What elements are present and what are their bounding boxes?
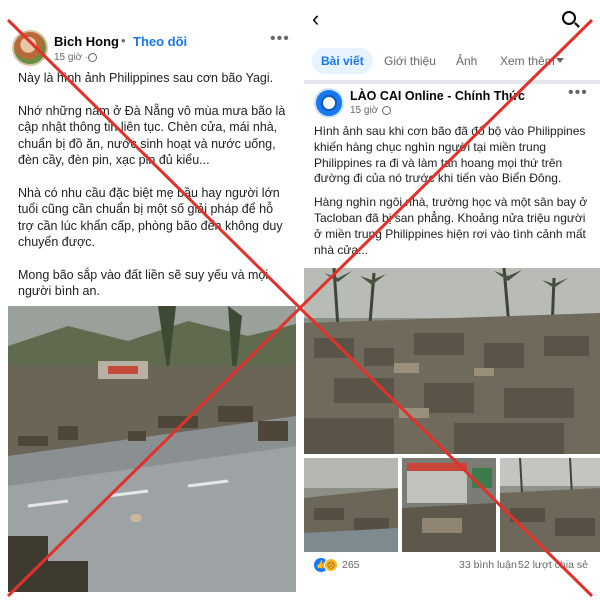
back-arrow-icon[interactable]: ‹: [312, 8, 319, 30]
post-timestamp[interactable]: 15 giờ ·: [54, 52, 88, 63]
caret-down-icon[interactable]: [556, 58, 564, 63]
post-paragraph: Mong bão sắp vào đất liền sẽ suy yếu và …: [18, 267, 269, 299]
post-paragraph: Nhà có nhu cầu đặc biệt mẹ bầu hay người…: [18, 185, 283, 250]
post-paragraph: Hàng nghìn ngôi nhà, trường học và một s…: [314, 195, 588, 257]
tab-see-more[interactable]: Xem thêm: [500, 48, 555, 74]
post-timestamp[interactable]: 15 giờ ·: [350, 105, 384, 116]
devastation-photo-main[interactable]: [304, 268, 600, 454]
field-debris-image: [500, 458, 600, 552]
globe-icon: [88, 53, 97, 62]
page-tabs: Bài viết Giới thiệu Ảnh Xem thêm: [304, 44, 600, 78]
top-bar: ‹: [304, 0, 600, 40]
reaction-count[interactable]: 265: [342, 559, 360, 571]
post-text: Này là hình ảnh Philippines sau cơn bão …: [18, 70, 290, 316]
author-name[interactable]: Bich Hong: [54, 34, 119, 49]
comment-count[interactable]: 33 bình luận: [459, 559, 517, 571]
search-icon[interactable]: [562, 11, 576, 25]
tab-photos[interactable]: Ảnh: [456, 48, 477, 74]
page-avatar[interactable]: [314, 88, 344, 118]
devastation-photo-thumb[interactable]: [304, 458, 398, 552]
page-logo-icon: [321, 95, 337, 111]
post-paragraph: Hình ảnh sau khi cơn bão đã đổ bộ vào Ph…: [314, 124, 586, 186]
devastation-thumb-image: [304, 458, 398, 552]
post-text: Hình ảnh sau khi cơn bão đã đổ bộ vào Ph…: [314, 124, 594, 266]
devastation-image: [304, 268, 600, 454]
follow-button[interactable]: Theo dõi: [133, 34, 187, 49]
left-post-header: Bich Hong • Theo dõi 15 giờ · •••: [8, 26, 296, 70]
author-avatar[interactable]: [12, 30, 48, 66]
tab-about[interactable]: Giới thiệu: [384, 48, 436, 74]
storm-road-image: [8, 306, 296, 592]
post-stats: 👍 ☹ 265 33 bình luận 52 lượt chia sẻ: [304, 556, 600, 576]
post-paragraph: Này là hình ảnh Philippines sau cơn bão …: [18, 71, 274, 85]
separator-dot: •: [121, 33, 126, 48]
more-options-button[interactable]: •••: [568, 84, 588, 102]
post-paragraph: Nhớ những năm ở Đà Nẵng vô mùa mưa bão l…: [18, 103, 286, 168]
left-post: Bich Hong • Theo dõi 15 giờ · ••• Này là…: [8, 26, 296, 592]
right-page: ‹ Bài viết Giới thiệu Ảnh Xem thêm LÀO C…: [304, 0, 600, 600]
devastation-photo-thumb[interactable]: [402, 458, 496, 552]
more-options-button[interactable]: •••: [270, 30, 290, 48]
divider: [304, 80, 600, 84]
tab-posts[interactable]: Bài viết: [312, 48, 373, 74]
storm-damage-photo[interactable]: [8, 306, 296, 592]
sad-reaction-icon[interactable]: ☹: [324, 558, 338, 572]
globe-icon: [382, 106, 391, 115]
building-ruins-image: [402, 458, 496, 552]
share-count[interactable]: 52 lượt chia sẻ: [518, 559, 588, 571]
page-name[interactable]: LÀO CAI Online - Chính Thức: [350, 89, 525, 103]
devastation-photo-thumb[interactable]: [500, 458, 600, 552]
